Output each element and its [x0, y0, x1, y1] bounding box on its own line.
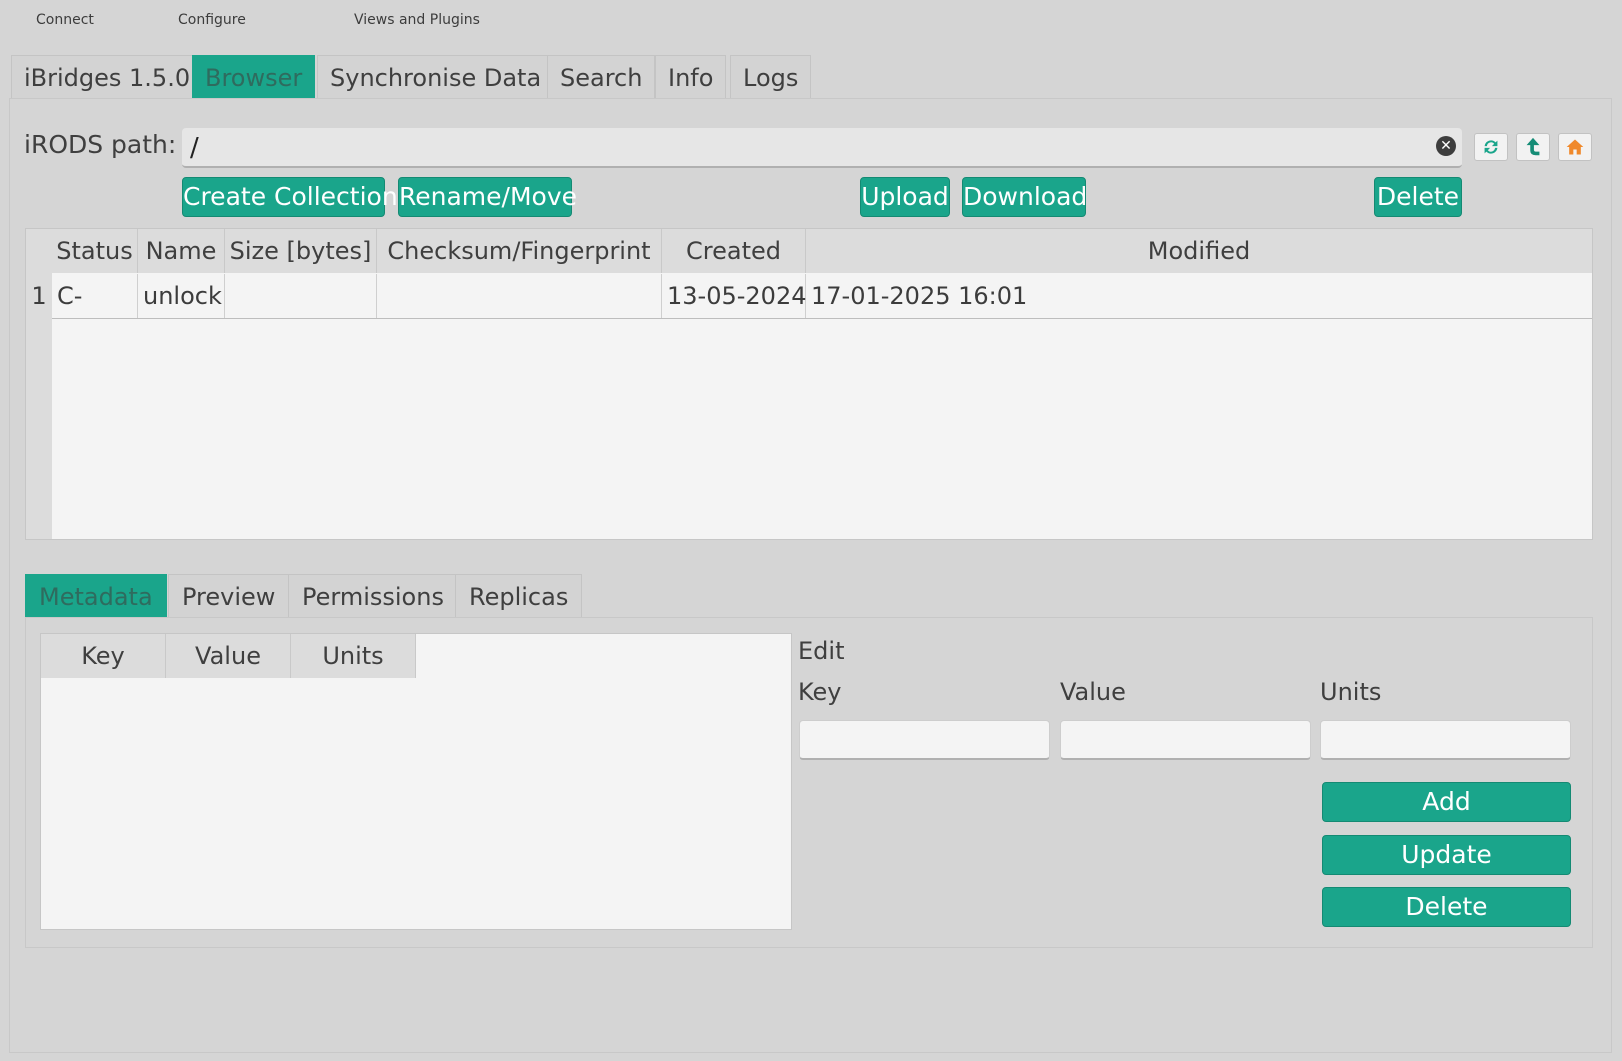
- tab-info[interactable]: Info: [655, 55, 727, 99]
- refresh-button[interactable]: [1474, 133, 1508, 161]
- column-header-modified[interactable]: Modified: [806, 229, 1592, 273]
- tab-synchronise-data[interactable]: Synchronise Data: [317, 55, 555, 99]
- tab-logs[interactable]: Logs: [730, 55, 812, 99]
- metadata-column-key[interactable]: Key: [41, 634, 166, 678]
- edit-value-input[interactable]: [1060, 720, 1311, 760]
- tab-ibridges[interactable]: iBridges 1.5.0: [11, 55, 204, 99]
- menu-views-and-plugins[interactable]: Views and Plugins: [354, 12, 480, 28]
- tab-search[interactable]: Search: [547, 55, 656, 99]
- edit-units-label: Units: [1320, 678, 1382, 706]
- menu-configure[interactable]: Configure: [178, 12, 246, 28]
- parent-folder-icon: [1526, 137, 1540, 156]
- create-collection-button[interactable]: Create Collection: [182, 177, 398, 217]
- menu-bar: Connect Configure Views and Plugins: [0, 0, 1622, 40]
- column-header-created[interactable]: Created: [662, 229, 806, 273]
- tab-permissions[interactable]: Permissions: [288, 574, 458, 618]
- edit-title: Edit: [798, 637, 845, 665]
- column-header-name[interactable]: Name: [138, 229, 225, 273]
- cell-status[interactable]: C-: [52, 274, 138, 318]
- edit-units-input[interactable]: [1320, 720, 1571, 760]
- cell-size[interactable]: [225, 274, 377, 318]
- tab-metadata[interactable]: Metadata: [25, 574, 167, 618]
- cell-created[interactable]: 13-05-2024: [662, 274, 806, 318]
- update-metadata-button[interactable]: Update: [1322, 835, 1571, 875]
- download-button[interactable]: Download: [962, 177, 1087, 217]
- path-label: iRODS path:: [24, 130, 177, 159]
- metadata-column-value[interactable]: Value: [166, 634, 291, 678]
- parent-folder-button[interactable]: [1516, 133, 1550, 161]
- refresh-icon: [1484, 140, 1498, 154]
- row-divider: [52, 318, 1592, 319]
- column-header-checksum[interactable]: Checksum/Fingerprint: [377, 229, 662, 273]
- row-index: 1: [26, 274, 52, 318]
- cell-modified[interactable]: 17-01-2025 16:01: [806, 274, 1592, 318]
- upload-button[interactable]: Upload: [860, 177, 950, 217]
- edit-key-label: Key: [798, 678, 842, 706]
- menu-connect[interactable]: Connect: [36, 12, 94, 28]
- cell-name[interactable]: unlock: [138, 274, 225, 318]
- edit-key-input[interactable]: [799, 720, 1050, 760]
- rename-move-button[interactable]: Rename/Move: [398, 177, 577, 217]
- irods-path-input[interactable]: /: [182, 128, 1462, 168]
- metadata-column-units[interactable]: Units: [291, 634, 416, 678]
- add-metadata-button[interactable]: Add: [1322, 782, 1571, 822]
- home-button[interactable]: [1558, 133, 1592, 161]
- clear-icon[interactable]: ✕: [1436, 136, 1456, 156]
- edit-value-label: Value: [1060, 678, 1126, 706]
- column-header-status[interactable]: Status: [52, 229, 138, 273]
- column-header-size[interactable]: Size [bytes]: [225, 229, 377, 273]
- home-icon: [1566, 139, 1584, 155]
- tab-preview[interactable]: Preview: [168, 574, 290, 618]
- delete-metadata-button[interactable]: Delete: [1322, 887, 1571, 927]
- cell-checksum[interactable]: [377, 274, 662, 318]
- tab-browser[interactable]: Browser: [192, 55, 316, 99]
- tab-replicas[interactable]: Replicas: [455, 574, 583, 618]
- delete-button[interactable]: Delete: [1374, 177, 1462, 217]
